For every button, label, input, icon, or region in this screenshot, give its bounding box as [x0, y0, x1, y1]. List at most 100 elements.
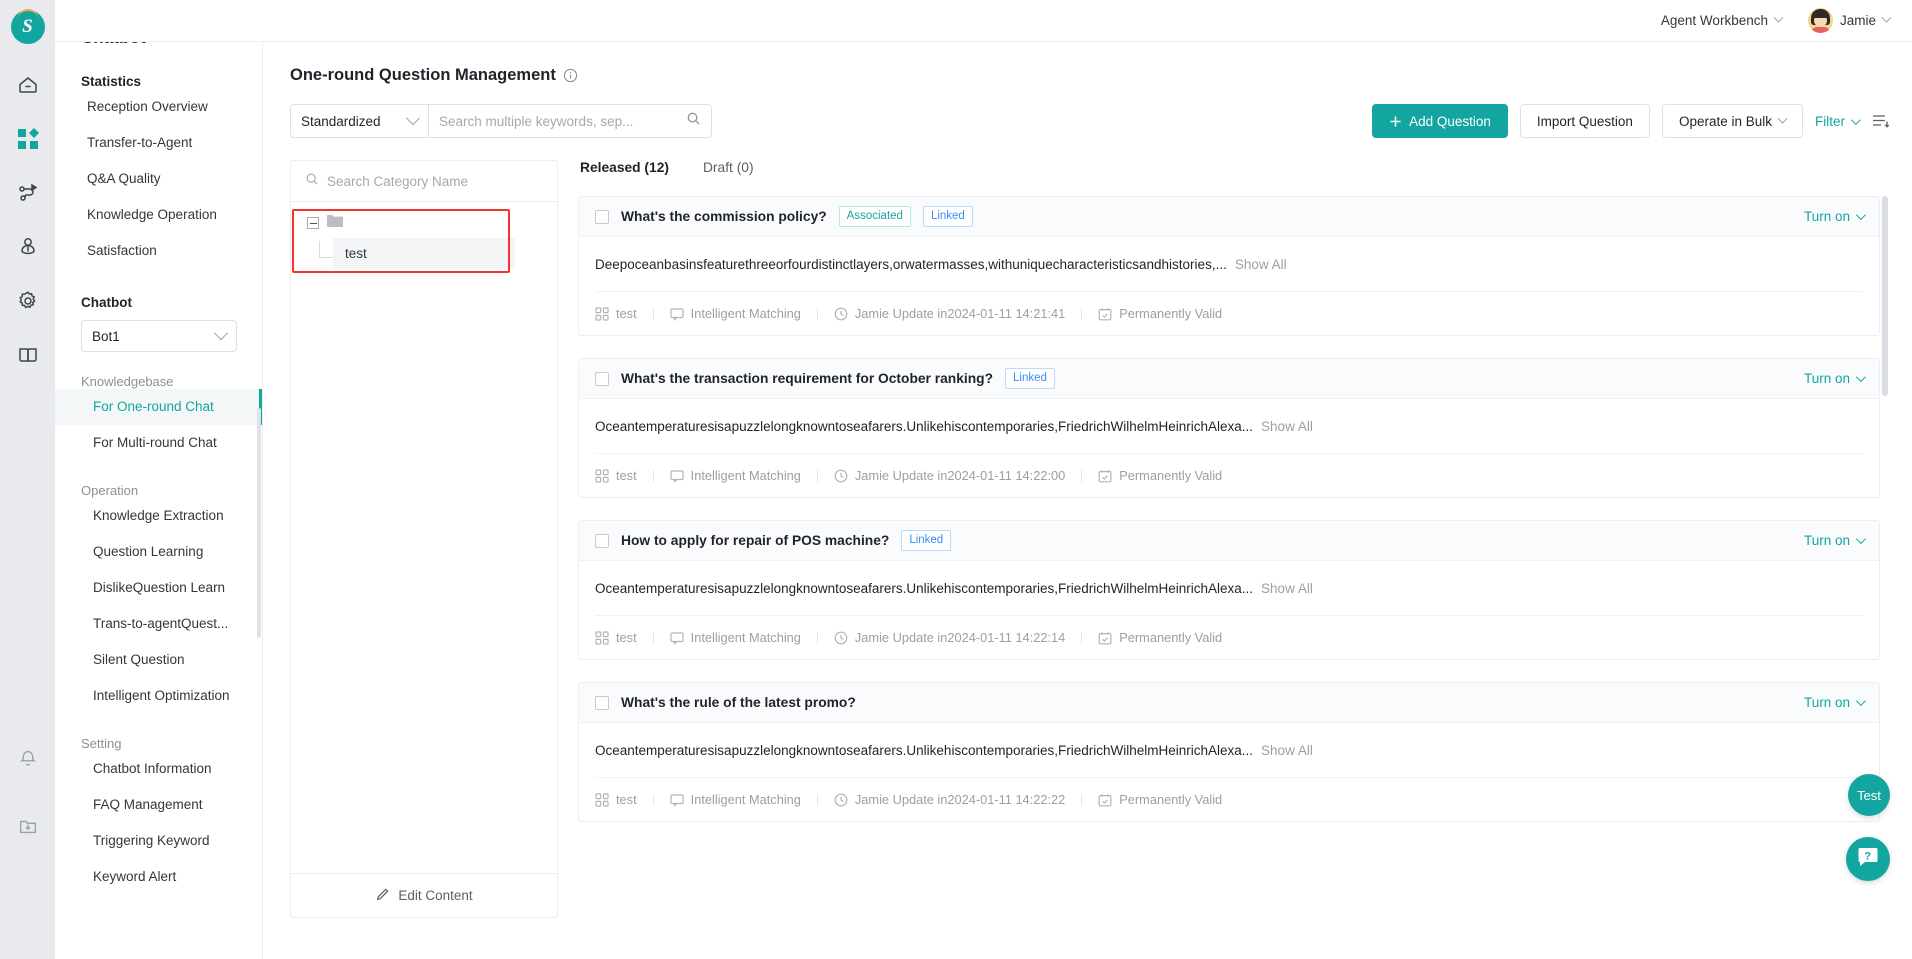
card-body: Oceantemperaturesisapuzzlelongknowntosea… [579, 723, 1879, 821]
help-fab-button[interactable]: ? [1846, 837, 1890, 881]
sidebar-item-knowledge-operation[interactable]: Knowledge Operation [55, 197, 262, 233]
sidebar-group-statistics: Statistics [81, 74, 142, 89]
import-question-button[interactable]: Import Question [1519, 104, 1650, 138]
answer-text: Deepoceanbasinsfeaturethreeorfourdistinc… [595, 257, 1227, 272]
question-list-panel: Released (12) Draft (0) What's the commi… [578, 160, 1890, 925]
meta-validity: Permanently Valid [1098, 306, 1222, 321]
question-card: What's the rule of the latest promo? Tur… [578, 682, 1880, 822]
sidebar-item-satisfaction[interactable]: Satisfaction [55, 233, 262, 269]
bell-icon[interactable] [15, 745, 41, 771]
show-all-link[interactable]: Show All [1261, 419, 1313, 434]
turn-on-dropdown[interactable]: Turn on [1804, 695, 1866, 710]
turn-on-dropdown[interactable]: Turn on [1804, 533, 1866, 548]
flow-route-icon[interactable] [15, 180, 41, 206]
sidebar-item-reception-overview[interactable]: Reception Overview [55, 89, 262, 125]
answer-line: Oceantemperaturesisapuzzlelongknowntosea… [595, 581, 1863, 596]
select-checkbox[interactable] [595, 695, 609, 710]
question-title: What's the transaction requirement for O… [621, 371, 994, 386]
question-card: What's the commission policy? Associated… [578, 196, 1880, 336]
card-body: Deepoceanbasinsfeaturethreeorfourdistinc… [579, 237, 1879, 335]
edit-content-label: Edit Content [398, 888, 473, 903]
main-content: One-round Question Management Standardiz… [263, 0, 1912, 959]
card-meta: test Intelligent Matching Jamie Update i… [595, 453, 1863, 497]
sort-list-icon[interactable] [1870, 111, 1890, 131]
show-all-link[interactable]: Show All [1261, 581, 1313, 596]
meta-matching: Intelligent Matching [670, 306, 801, 321]
agent-workbench-dropdown[interactable]: Agent Workbench [1660, 12, 1784, 28]
add-question-button[interactable]: Add Question [1372, 104, 1508, 138]
chevron-down-icon [1777, 113, 1788, 124]
gear-icon[interactable] [15, 288, 41, 314]
apps-grid-icon[interactable] [15, 126, 41, 152]
calendar-check-icon [1098, 469, 1112, 483]
filter-label: Filter [1815, 113, 1845, 129]
tree-collapse-toggle[interactable] [307, 217, 319, 229]
show-all-link[interactable]: Show All [1235, 257, 1287, 272]
download-folder-icon[interactable] [15, 813, 41, 839]
sidebar-item-keyword-alert[interactable]: Keyword Alert [55, 859, 262, 895]
top-bar: Agent Workbench Jamie [55, 0, 1912, 42]
filter-button[interactable]: Filter [1815, 113, 1861, 129]
user-locate-icon[interactable] [15, 234, 41, 260]
app-logo[interactable]: S [10, 9, 45, 44]
card-meta: test Intelligent Matching Jamie Update i… [595, 615, 1863, 659]
tab-released[interactable]: Released (12) [580, 160, 669, 177]
user-menu[interactable]: Jamie [1807, 8, 1892, 33]
meta-divider [816, 631, 818, 644]
sidebar-item-trans-to-agent-question[interactable]: Trans-to-agentQuest... [55, 606, 262, 642]
home-icon[interactable] [15, 72, 41, 98]
select-checkbox[interactable] [595, 371, 609, 386]
sidebar-item-triggering-keyword[interactable]: Triggering Keyword [55, 823, 262, 859]
search-input[interactable] [439, 113, 686, 129]
sidebar-scrollbar[interactable] [257, 408, 261, 638]
sidebar-item-for-multi-round-chat[interactable]: For Multi-round Chat [55, 425, 262, 461]
import-question-label: Import Question [1536, 113, 1633, 129]
chevron-down-icon [1881, 12, 1892, 23]
meta-divider [652, 469, 654, 482]
turn-on-label: Turn on [1803, 371, 1850, 386]
chat-bubble-icon [670, 793, 684, 807]
meta-divider [816, 469, 818, 482]
meta-category-label: test [616, 792, 637, 807]
info-circle-icon[interactable] [563, 68, 578, 83]
meta-validity-label: Permanently Valid [1119, 306, 1223, 321]
book-icon[interactable] [15, 342, 41, 368]
tab-draft[interactable]: Draft (0) [703, 160, 754, 177]
test-fab-button[interactable]: Test [1848, 774, 1890, 816]
meta-validity-label: Permanently Valid [1119, 468, 1223, 483]
category-search-input[interactable] [327, 173, 543, 189]
show-all-link[interactable]: Show All [1261, 743, 1313, 758]
calendar-check-icon [1098, 631, 1112, 645]
meta-divider [652, 631, 654, 644]
search-icon[interactable] [686, 111, 701, 131]
sidebar-item-question-learning[interactable]: Question Learning [55, 534, 262, 570]
sidebar-item-knowledge-extraction[interactable]: Knowledge Extraction [55, 498, 262, 534]
tree-item-test[interactable]: test [333, 238, 515, 268]
meta-category: test [595, 306, 637, 321]
operate-in-bulk-button[interactable]: Operate in Bulk [1661, 104, 1803, 138]
select-checkbox[interactable] [595, 533, 609, 548]
sidebar-item-faq-management[interactable]: FAQ Management [55, 787, 262, 823]
turn-on-dropdown[interactable]: Turn on [1803, 209, 1866, 224]
sidebar-item-transfer-to-agent[interactable]: Transfer-to-Agent [55, 125, 262, 161]
sidebar-item-intelligent-optimization[interactable]: Intelligent Optimization [55, 678, 262, 714]
agent-workbench-label: Agent Workbench [1660, 13, 1768, 28]
sidebar-item-qa-quality[interactable]: Q&A Quality [55, 161, 262, 197]
answer-line: Oceantemperaturesisapuzzlelongknowntosea… [595, 419, 1863, 434]
question-type-select[interactable]: Standardized [290, 104, 428, 138]
select-checkbox[interactable] [595, 209, 609, 224]
turn-on-label: Turn on [1803, 209, 1850, 224]
list-scrollbar[interactable] [1882, 196, 1888, 396]
sidebar-item-silent-question[interactable]: Silent Question [55, 642, 262, 678]
question-title: What's the commission policy? [621, 209, 827, 224]
sidebar-item-for-one-round-chat[interactable]: For One-round Chat [55, 389, 262, 425]
tree-root-row[interactable] [291, 210, 557, 236]
chatbot-select[interactable]: Bot1 [81, 320, 237, 352]
turn-on-dropdown[interactable]: Turn on [1803, 371, 1866, 386]
status-badge-linked: Linked [1005, 368, 1055, 389]
meta-divider [1081, 469, 1083, 482]
edit-content-button[interactable]: Edit Content [291, 873, 557, 917]
category-panel: test Edit Content [290, 160, 558, 918]
sidebar-item-dislike-question-learn[interactable]: DislikeQuestion Learn [55, 570, 262, 606]
sidebar-item-chatbot-information[interactable]: Chatbot Information [55, 751, 262, 787]
